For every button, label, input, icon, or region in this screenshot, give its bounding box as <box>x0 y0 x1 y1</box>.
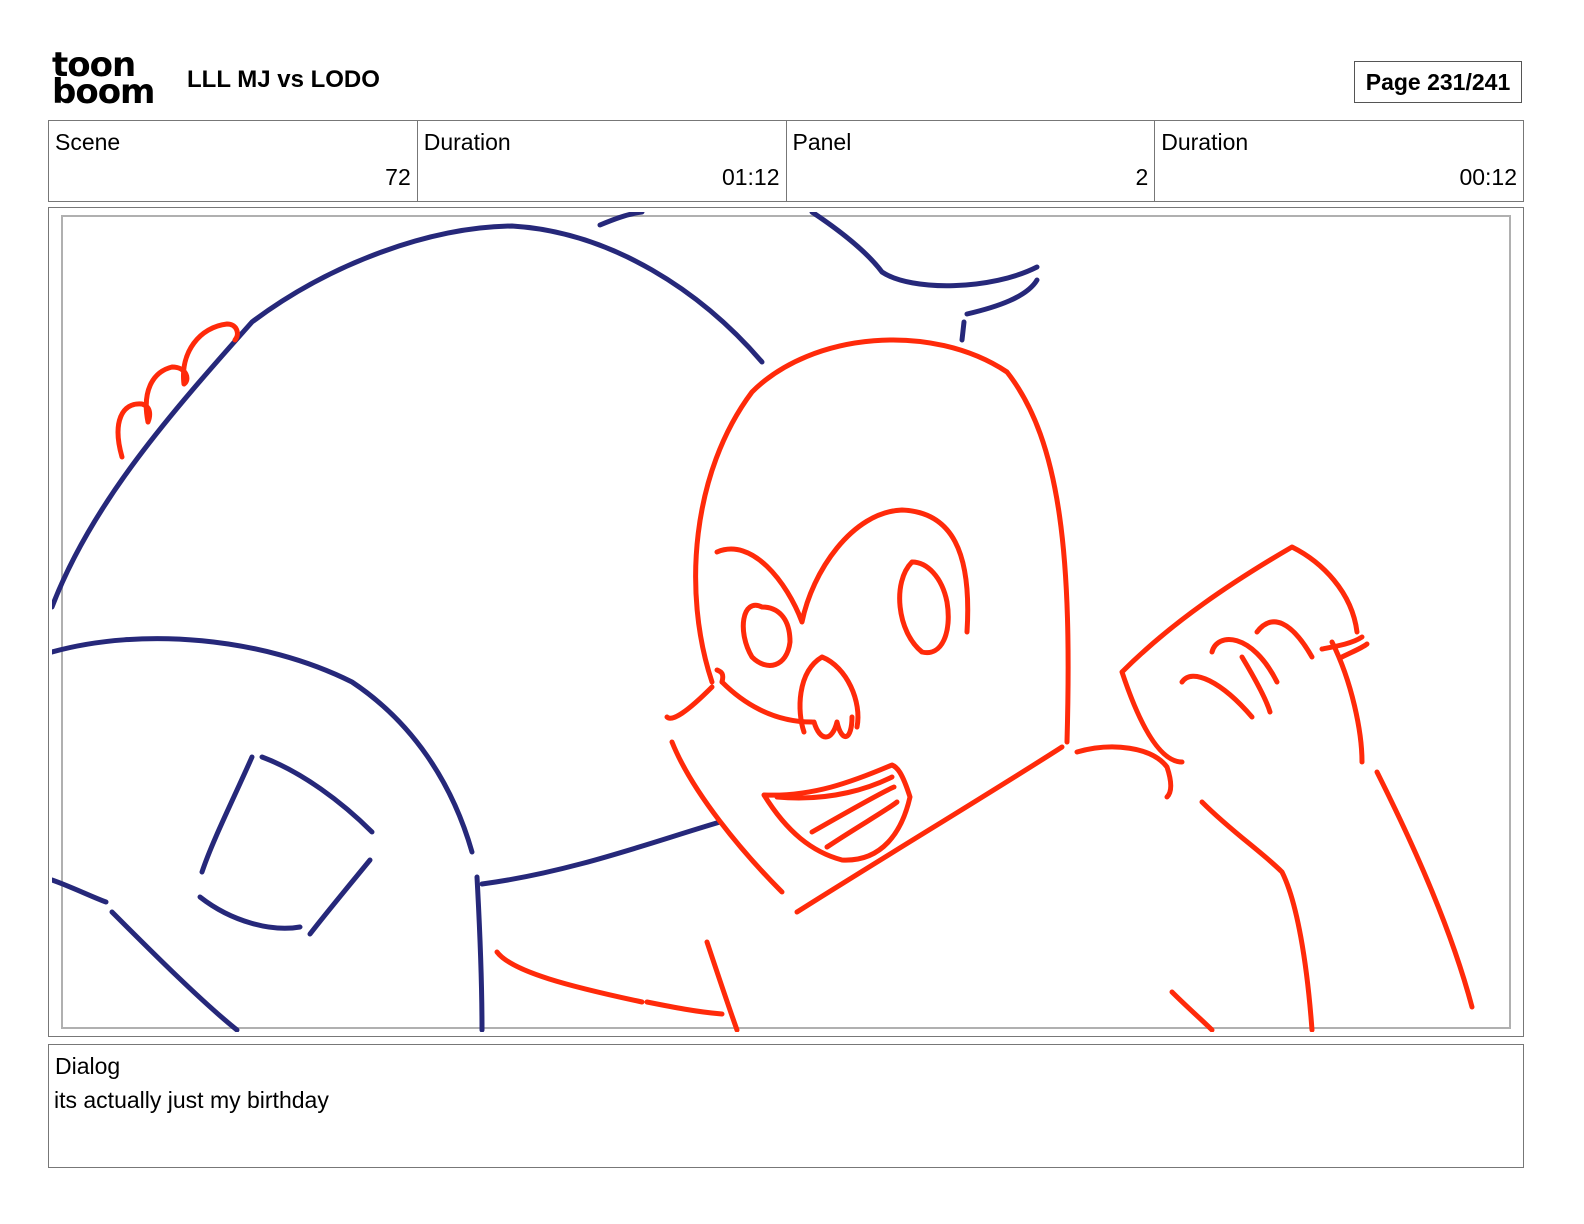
right-head-outline <box>693 337 1071 745</box>
logo-line-2: boom <box>52 72 155 112</box>
panel-duration-value: 00:12 <box>1459 164 1517 190</box>
scene-value: 72 <box>385 164 411 190</box>
scene-cell: Scene 72 <box>49 121 418 201</box>
project-title: LLL MJ vs LODO <box>187 66 380 93</box>
right-arm <box>1074 639 1475 1010</box>
left-head-outline <box>52 223 765 610</box>
dialog-text: its actually just my birthday <box>54 1087 329 1113</box>
left-face-outline <box>52 636 475 855</box>
panel-label: Panel <box>792 129 852 155</box>
panel-value: 2 <box>1135 164 1149 190</box>
left-character-ear <box>115 321 240 460</box>
right-cheek <box>669 679 815 895</box>
scene-duration-label: Duration <box>423 129 511 155</box>
right-eye-right <box>897 559 951 656</box>
left-hair-stroke <box>597 212 645 228</box>
scene-duration-value: 01:12 <box>721 164 780 190</box>
left-arm <box>479 819 723 887</box>
left-neck <box>474 874 485 1032</box>
scene-info-table: Scene 72 Duration 01:12 Panel 2 Duration… <box>48 120 1524 202</box>
dialog-label: Dialog <box>55 1053 121 1079</box>
right-eye-left <box>740 602 793 668</box>
panel-cell: Panel 2 <box>787 121 1156 201</box>
left-hair-side <box>959 319 967 343</box>
right-jaw <box>664 667 726 721</box>
scene-label: Scene <box>55 129 121 155</box>
right-torso <box>494 939 1215 1032</box>
page-indicator: Page 231/241 <box>1354 61 1522 103</box>
left-hair-curl <box>809 212 1040 289</box>
right-fingers <box>1179 619 1315 720</box>
right-shoulder <box>794 744 1065 915</box>
scene-duration-cell: Duration 01:12 <box>418 121 787 201</box>
panel-duration-label: Duration <box>1161 129 1249 155</box>
right-hand-outline <box>1119 544 1360 765</box>
dialog-box: Dialog its actually just my birthday <box>48 1044 1524 1168</box>
panel-drawing <box>52 212 1475 1032</box>
right-sleeve <box>1199 634 1370 1032</box>
character-right-sketch <box>115 321 1475 1032</box>
left-eye <box>197 754 375 937</box>
right-nose <box>797 654 861 740</box>
panel-duration-cell: Duration 00:12 <box>1155 121 1523 201</box>
toonboom-logo: toon boom <box>52 48 164 112</box>
